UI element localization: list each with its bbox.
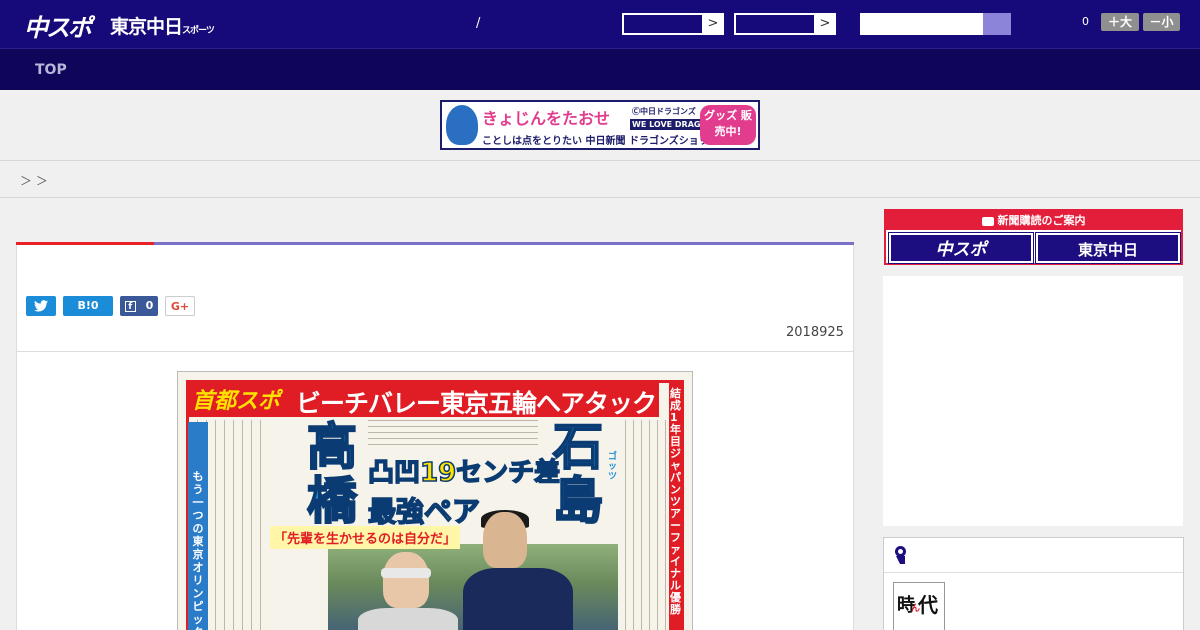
dragons-shop-banner[interactable]: きょじんをたおせ ことしは点をとりたい 中日新聞 ドラゴンズショップ Ⓒ中日ドラ… bbox=[440, 100, 760, 150]
hatena-bookmark-button[interactable]: B!0 bbox=[63, 296, 113, 316]
ranking-divider bbox=[884, 572, 1183, 573]
google-plus-share-button[interactable]: G+ bbox=[165, 296, 195, 316]
facebook-share-button[interactable]: f 0 bbox=[120, 296, 158, 316]
paper-headline: ビーチバレー東京五輪へアタック bbox=[296, 389, 657, 418]
article-accent-blue bbox=[154, 242, 854, 245]
date-field-1[interactable] bbox=[623, 14, 703, 34]
breadcrumb: ＞ ＞ bbox=[20, 174, 48, 188]
facebook-share-count: 0 bbox=[145, 299, 154, 312]
chuspo-logo[interactable]: 中スポ bbox=[24, 8, 92, 43]
nav-item-top[interactable]: TOP bbox=[35, 62, 67, 78]
search-input[interactable] bbox=[860, 13, 1011, 35]
newspaper-front-page-image[interactable]: 首都スポ ビーチバレー東京五輪へアタック 結成1年目 ジャパンツアーファイナル優… bbox=[177, 371, 693, 630]
tokyo-chunichi-logo[interactable]: 東京中日スポーツ bbox=[110, 12, 215, 39]
sidebar-ad-slot bbox=[883, 276, 1183, 526]
ranking-thumbnail[interactable]: 時 ん 代 bbox=[893, 582, 945, 630]
tokyo-chunichi-logo-text: 東京中日 bbox=[110, 16, 183, 38]
article-date: 2018925 bbox=[786, 325, 844, 340]
chevron-right-icon[interactable]: > bbox=[815, 14, 835, 34]
player-left-face bbox=[383, 552, 429, 608]
site-header: 中スポ 東京中日スポーツ / > > 0 ＋大 －小 bbox=[0, 0, 1200, 48]
tokyo-chunichi-logo-suffix: スポーツ bbox=[182, 26, 215, 36]
subscribe-chuspo-button[interactable]: 中スポ bbox=[888, 232, 1034, 264]
search-button[interactable] bbox=[983, 13, 1011, 35]
breadcrumb-bar: ＞ ＞ bbox=[0, 160, 1200, 198]
paper-name-left: 高橋 bbox=[306, 418, 358, 530]
article-accent-red bbox=[16, 242, 154, 245]
ranking-box: 時 ん 代 bbox=[883, 537, 1184, 630]
paper-subhead-2: 最強ペア bbox=[367, 494, 481, 529]
paper-column-band: もう一つの東京オリンピック bbox=[188, 422, 208, 630]
twitter-icon bbox=[34, 300, 48, 312]
subscription-box: 新聞購読のご案内 中スポ 東京中日 bbox=[884, 209, 1183, 265]
paper-subhead-1: 凸凹19センチ差 bbox=[367, 457, 561, 489]
paper-text-column-right bbox=[618, 420, 668, 630]
chevron-right-icon[interactable]: > bbox=[703, 14, 723, 34]
banner-logo: Ⓒ中日ドラゴンズ bbox=[632, 107, 696, 116]
mascot-image bbox=[446, 105, 478, 145]
paper-text-block-top bbox=[368, 420, 538, 450]
banner-title: きょじんをたおせ bbox=[482, 109, 611, 128]
player-right-face bbox=[483, 512, 527, 568]
paper-quote: 「先輩を生かせるのは自分だ」 bbox=[270, 526, 461, 549]
subscription-heading[interactable]: 新聞購読のご案内 bbox=[886, 211, 1181, 230]
article-divider bbox=[16, 351, 854, 352]
banner-badge: グッズ 販売中! bbox=[700, 105, 756, 145]
thumb-text-2: 代 bbox=[918, 593, 938, 617]
date-select-2[interactable]: > bbox=[734, 13, 836, 35]
font-size-count: 0 bbox=[1082, 15, 1089, 28]
player-right-shirt bbox=[463, 568, 573, 630]
banner-subtitle: ことしは点をとりたい 中日新聞 ドラゴンズショップ bbox=[482, 136, 719, 147]
twitter-share-button[interactable] bbox=[26, 296, 56, 316]
main-nav: TOP bbox=[0, 48, 1200, 90]
paper-side-text: 結成1年目 ジャパンツアーファイナル優勝 bbox=[670, 387, 681, 616]
subscribe-tokyo-chunichi-button[interactable]: 東京中日 bbox=[1035, 232, 1181, 264]
player-left-shirt bbox=[358, 608, 458, 630]
paper-name-ruby: ゴッツ bbox=[608, 452, 618, 482]
subscription-heading-text: 新聞購読のご案内 bbox=[997, 214, 1086, 227]
date-select-1[interactable]: > bbox=[622, 13, 724, 35]
font-smaller-button[interactable]: －小 bbox=[1143, 13, 1180, 31]
facebook-icon: f bbox=[124, 300, 136, 312]
font-larger-button[interactable]: ＋大 bbox=[1101, 13, 1139, 31]
paper-kicker: 首都スポ bbox=[192, 389, 281, 414]
ribbon-icon bbox=[894, 546, 907, 564]
player-left-sunglasses bbox=[381, 568, 431, 578]
newspaper-icon bbox=[981, 216, 994, 226]
header-separator: / bbox=[476, 16, 481, 31]
date-field-2[interactable] bbox=[735, 14, 815, 34]
